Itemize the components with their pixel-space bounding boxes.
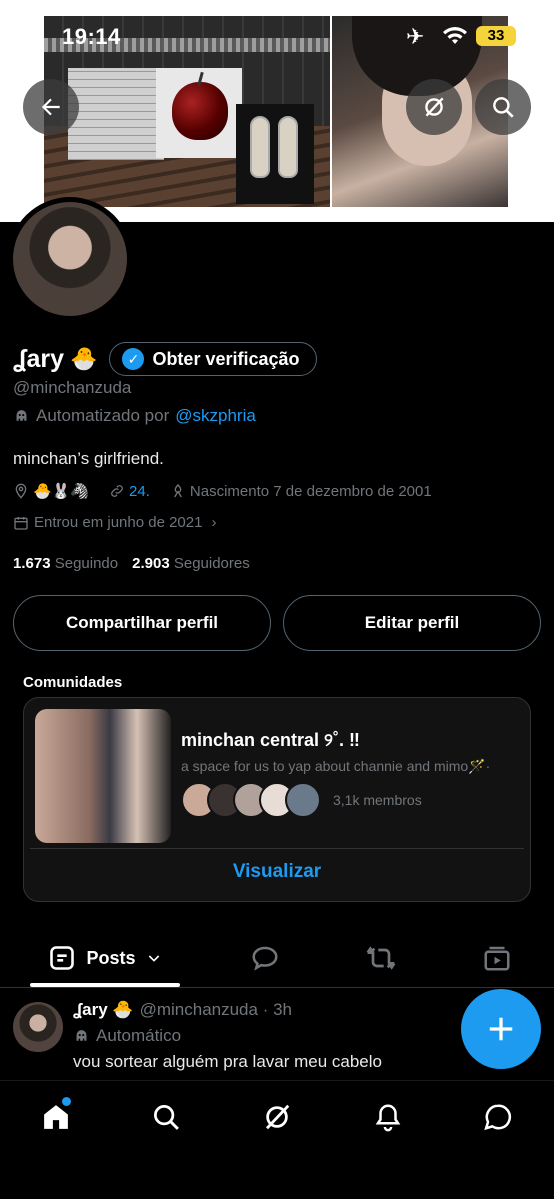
tab-replies[interactable] (236, 930, 294, 986)
share-profile-button[interactable]: Compartilhar perfil (13, 595, 271, 651)
repost-icon (366, 946, 396, 970)
birthday-text: Nascimento 7 de dezembro de 2001 (189, 482, 432, 500)
tweet-text: vou sortear alguém pra lavar meu cabelo (73, 1052, 382, 1071)
followers-link[interactable]: 2.903 Seguidores (132, 555, 250, 572)
community-description: a space for us to yap about channie and … (181, 758, 491, 774)
grok-icon (425, 97, 444, 117)
profile-name: ʆary (13, 344, 65, 373)
community-members: 3,1k membros (181, 782, 422, 818)
nav-grok[interactable] (259, 1099, 295, 1135)
wifi-icon (443, 27, 467, 44)
location-icon (15, 483, 27, 499)
profile-tabs: Posts (0, 930, 554, 988)
profile-avatar[interactable] (8, 197, 132, 321)
joined-date[interactable]: Entrou em junho de 2021 › (13, 514, 216, 531)
member-avatar (285, 782, 321, 818)
search-icon (154, 1105, 179, 1130)
bot-icon (76, 1029, 87, 1041)
nav-search[interactable] (148, 1099, 184, 1135)
airplane-mode-icon: ✈ (406, 24, 425, 49)
tweet-automated-label: Automático (73, 1026, 181, 1046)
chevron-down-icon (148, 955, 159, 962)
follow-stats: 1.673 Seguindo 2.903 Seguidores (13, 555, 250, 572)
birthday-icon (173, 484, 182, 498)
status-time: 19:14 (62, 24, 121, 49)
member-count: 3,1k membros (333, 792, 422, 808)
tab-media[interactable] (468, 930, 526, 986)
compose-button[interactable] (461, 989, 541, 1069)
community-card[interactable]: minchan central ୨˚. ‼ a space for us to … (23, 697, 531, 902)
home-icon (44, 1105, 68, 1129)
edit-profile-button[interactable]: Editar perfil (283, 595, 541, 651)
following-link[interactable]: 1.673 Seguindo (13, 555, 118, 572)
verified-badge-icon: ✓ (122, 348, 145, 370)
back-button[interactable] (23, 79, 79, 135)
chevron-right-icon: › (211, 514, 217, 531)
website-link[interactable]: 24. (129, 483, 150, 500)
location-text: 🐣🐰🦓 (33, 483, 90, 500)
profile-bio: minchan’s girlfriend. (13, 449, 164, 468)
nav-messages[interactable] (480, 1099, 516, 1135)
posts-icon (50, 946, 75, 970)
communities-heading: Comunidades (23, 674, 123, 691)
nav-notifications[interactable] (370, 1099, 406, 1135)
bell-icon (375, 1104, 401, 1132)
view-community-button[interactable]: Visualizar (24, 861, 530, 883)
get-verified-button[interactable]: ✓ Obter verificação (109, 342, 317, 376)
home-notification-dot (62, 1097, 71, 1106)
automated-label: Automatizado por @skzphria (13, 406, 256, 426)
link-icon (111, 485, 123, 497)
tweet-avatar[interactable] (13, 1002, 63, 1052)
community-image (35, 709, 171, 843)
name-emoji: 🐣 (70, 346, 98, 371)
bot-icon (16, 409, 27, 421)
profile-meta: 🐣🐰🦓 24. Nascimento 7 de dezembro de 2001 (13, 482, 432, 500)
get-verified-label: Obter verificação (152, 348, 300, 369)
community-name: minchan central ୨˚. ‼ (181, 730, 360, 750)
divider (30, 848, 524, 849)
tab-posts[interactable]: Posts (30, 930, 180, 986)
active-tab-indicator (30, 983, 180, 987)
profile-name-row: ʆary 🐣 ✓ Obter verificação (13, 342, 317, 376)
media-icon (484, 946, 510, 971)
tab-reposts[interactable] (352, 930, 410, 986)
plus-icon (489, 1017, 513, 1041)
search-icon (493, 97, 514, 118)
bottom-navigation (0, 1080, 554, 1199)
tweet-handle-time: @minchanzuda · 3h (139, 1000, 292, 1019)
status-bar: 19:14 ✈ 33 (0, 0, 554, 74)
grok-button[interactable] (406, 79, 462, 135)
tweet-header: ʆary 🐣 @minchanzuda · 3h (73, 1000, 292, 1020)
messages-icon (484, 1104, 512, 1131)
search-button[interactable] (475, 79, 531, 135)
reply-icon (252, 946, 278, 971)
back-arrow-icon (41, 98, 60, 116)
tweet-author-name: ʆary 🐣 (73, 1000, 134, 1019)
calendar-icon (14, 516, 28, 530)
profile-handle: @minchanzuda (13, 378, 132, 397)
grok-icon (266, 1104, 290, 1130)
battery-indicator: 33 (476, 26, 516, 46)
automated-by-link[interactable]: @skzphria (175, 406, 256, 426)
